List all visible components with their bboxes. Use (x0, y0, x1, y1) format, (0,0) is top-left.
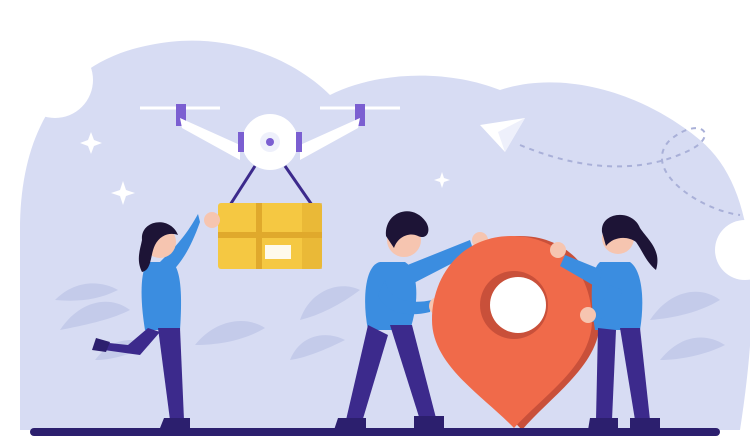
package-box-icon (218, 203, 322, 269)
ground-line (30, 428, 720, 436)
blob-cutout-left (17, 42, 93, 118)
illustration-scene (17, 40, 750, 436)
